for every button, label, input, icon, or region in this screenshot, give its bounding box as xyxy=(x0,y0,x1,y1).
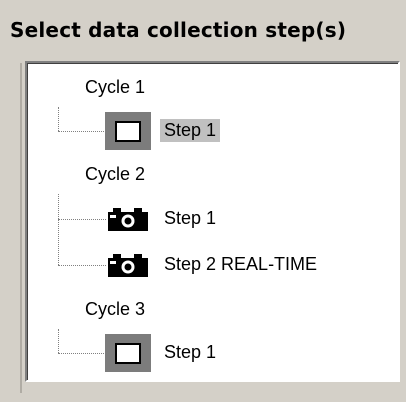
tree-connector xyxy=(58,265,106,266)
tree-connector xyxy=(58,131,104,132)
tree-connector xyxy=(58,107,59,131)
section-heading: Select data collection step(s) xyxy=(10,18,347,42)
tree-node-cycle-2-step-1[interactable]: Step 1 xyxy=(160,207,220,230)
frame-icon[interactable] xyxy=(105,334,151,372)
left-rail-divider xyxy=(20,63,22,393)
camera-icon[interactable] xyxy=(107,253,151,279)
tree-node-cycle-2[interactable]: Cycle 2 xyxy=(85,164,145,185)
tree-connector xyxy=(58,194,59,265)
tree-connector xyxy=(58,219,106,220)
tree-connector xyxy=(58,353,104,354)
tree-node-cycle-2-step-2[interactable]: Step 2 REAL-TIME xyxy=(160,253,321,276)
tree-connector xyxy=(58,329,59,353)
step-tree-panel[interactable]: Cycle 1 Step 1 Cycle 2 Step 1 Step 2 REA… xyxy=(25,61,400,382)
frame-icon[interactable] xyxy=(105,112,151,150)
tree-node-cycle-1[interactable]: Cycle 1 xyxy=(85,77,145,98)
camera-icon[interactable] xyxy=(107,207,151,233)
tree-node-cycle-3-step-1[interactable]: Step 1 xyxy=(160,341,220,364)
tree-node-cycle-1-step-1[interactable]: Step 1 xyxy=(160,119,221,142)
tree-node-cycle-3[interactable]: Cycle 3 xyxy=(85,299,145,320)
